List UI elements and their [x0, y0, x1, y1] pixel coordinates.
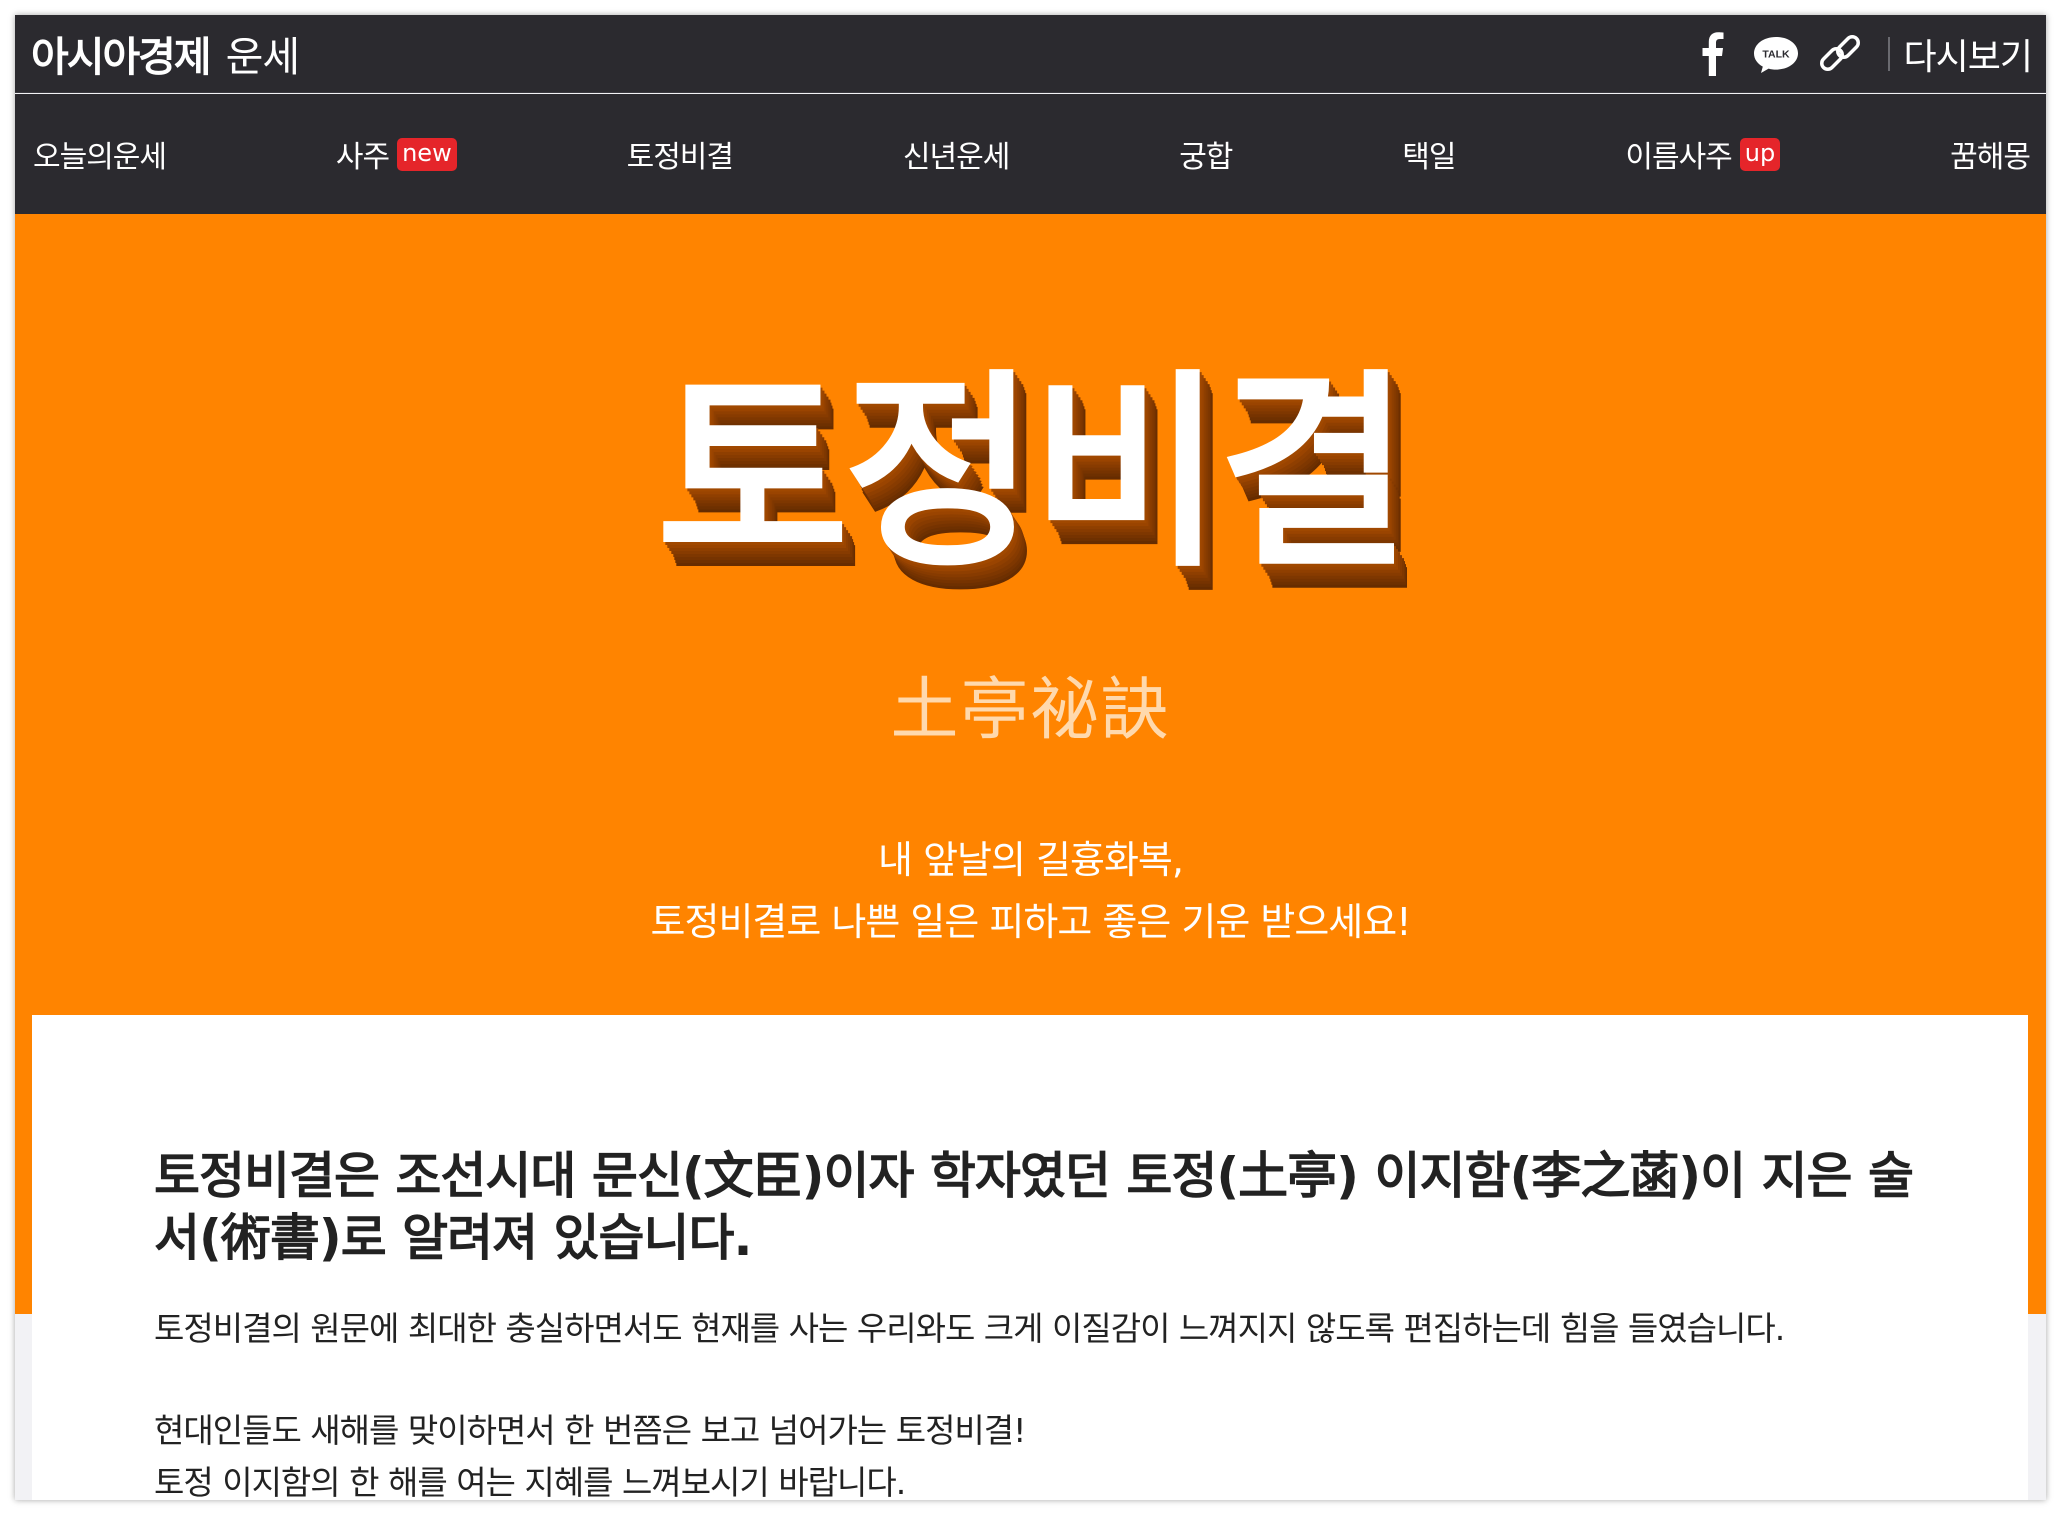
nav-item-label: 토정비결 [626, 140, 734, 175]
nav-item-label: 꿈해몽 [1950, 140, 2031, 175]
nav-item-label: 이름사주 [1625, 140, 1732, 175]
intro-paragraph-2-line-1: 현대인들도 새해를 맞이하면서 한 번쯤은 보고 넘어가는 토정비결! [154, 1411, 1026, 1450]
intro-heading: 토정비결은 조선시대 문신(文臣)이자 학자였던 토정(土亭) 이지함(李之菡)… [154, 1147, 1914, 1267]
share-bar: TALK 다시보기 [1680, 15, 2046, 93]
hero-hanja-subtitle: 土亭祕訣 [890, 671, 1171, 750]
new-badge: new [397, 137, 457, 171]
intro-card: 토정비결은 조선시대 문신(文臣)이자 학자였던 토정(土亭) 이지함(李之菡)… [32, 1015, 2028, 1500]
hero-title: 토정비결 [656, 351, 1411, 596]
nav-item-label: 궁합 [1179, 140, 1233, 175]
hero-description-line-1: 내 앞날의 길흉화복, [878, 838, 1184, 882]
nav-item-compatibility[interactable]: 궁합 [1179, 132, 1233, 176]
link-icon[interactable] [1808, 15, 1872, 93]
hero-description: 내 앞날의 길흉화복, 토정비결로 나쁜 일은 피하고 좋은 기운 받으세요! [15, 829, 2046, 953]
facebook-icon[interactable] [1680, 15, 1744, 93]
nav-item-label: 신년운세 [902, 140, 1010, 175]
page-frame: 아시아경제 운세 TALK 다시보기 오늘의운세 사주 new 토정비결 신년운… [15, 15, 2046, 1500]
up-badge: up [1739, 137, 1781, 171]
share-divider [1887, 37, 1890, 71]
nav-item-label: 택일 [1402, 140, 1456, 175]
nav-item-today-fortune[interactable]: 오늘의운세 [33, 132, 167, 176]
top-header: 아시아경제 운세 TALK 다시보기 [15, 15, 2046, 93]
nav-item-saju[interactable]: 사주 new [336, 132, 457, 176]
main-nav: 오늘의운세 사주 new 토정비결 신년운세 궁합 택일 이름사주 up 꿈해몽 [15, 94, 2046, 214]
hero-description-line-2: 토정비결로 나쁜 일은 피하고 좋은 기운 받으세요! [650, 900, 1412, 944]
brand-name: 아시아경제 [31, 33, 212, 81]
section-name: 운세 [225, 33, 300, 81]
nav-item-auspicious-day[interactable]: 택일 [1402, 132, 1456, 176]
nav-item-name-saju[interactable]: 이름사주 up [1625, 132, 1781, 176]
site-logo[interactable]: 아시아경제 운세 [31, 23, 300, 83]
talk-label: TALK [1762, 49, 1790, 61]
nav-item-tojeong[interactable]: 토정비결 [626, 132, 734, 176]
replay-button[interactable]: 다시보기 [1904, 28, 2046, 80]
nav-item-dream-interpretation[interactable]: 꿈해몽 [1950, 132, 2031, 176]
intro-paragraph-2: 현대인들도 새해를 맞이하면서 한 번쯤은 보고 넘어가는 토정비결! 토정 이… [154, 1405, 1934, 1500]
intro-paragraph-1: 토정비결의 원문에 최대한 충실하면서도 현재를 사는 우리와도 크게 이질감이… [154, 1309, 1785, 1348]
nav-item-new-year-fortune[interactable]: 신년운세 [902, 132, 1010, 176]
nav-item-label: 오늘의운세 [33, 140, 167, 175]
kakaotalk-icon[interactable]: TALK [1744, 15, 1808, 93]
intro-paragraph-2-line-2: 토정 이지함의 한 해를 여는 지혜를 느껴보시기 바랍니다. [154, 1463, 906, 1500]
nav-item-label: 사주 [335, 140, 390, 175]
